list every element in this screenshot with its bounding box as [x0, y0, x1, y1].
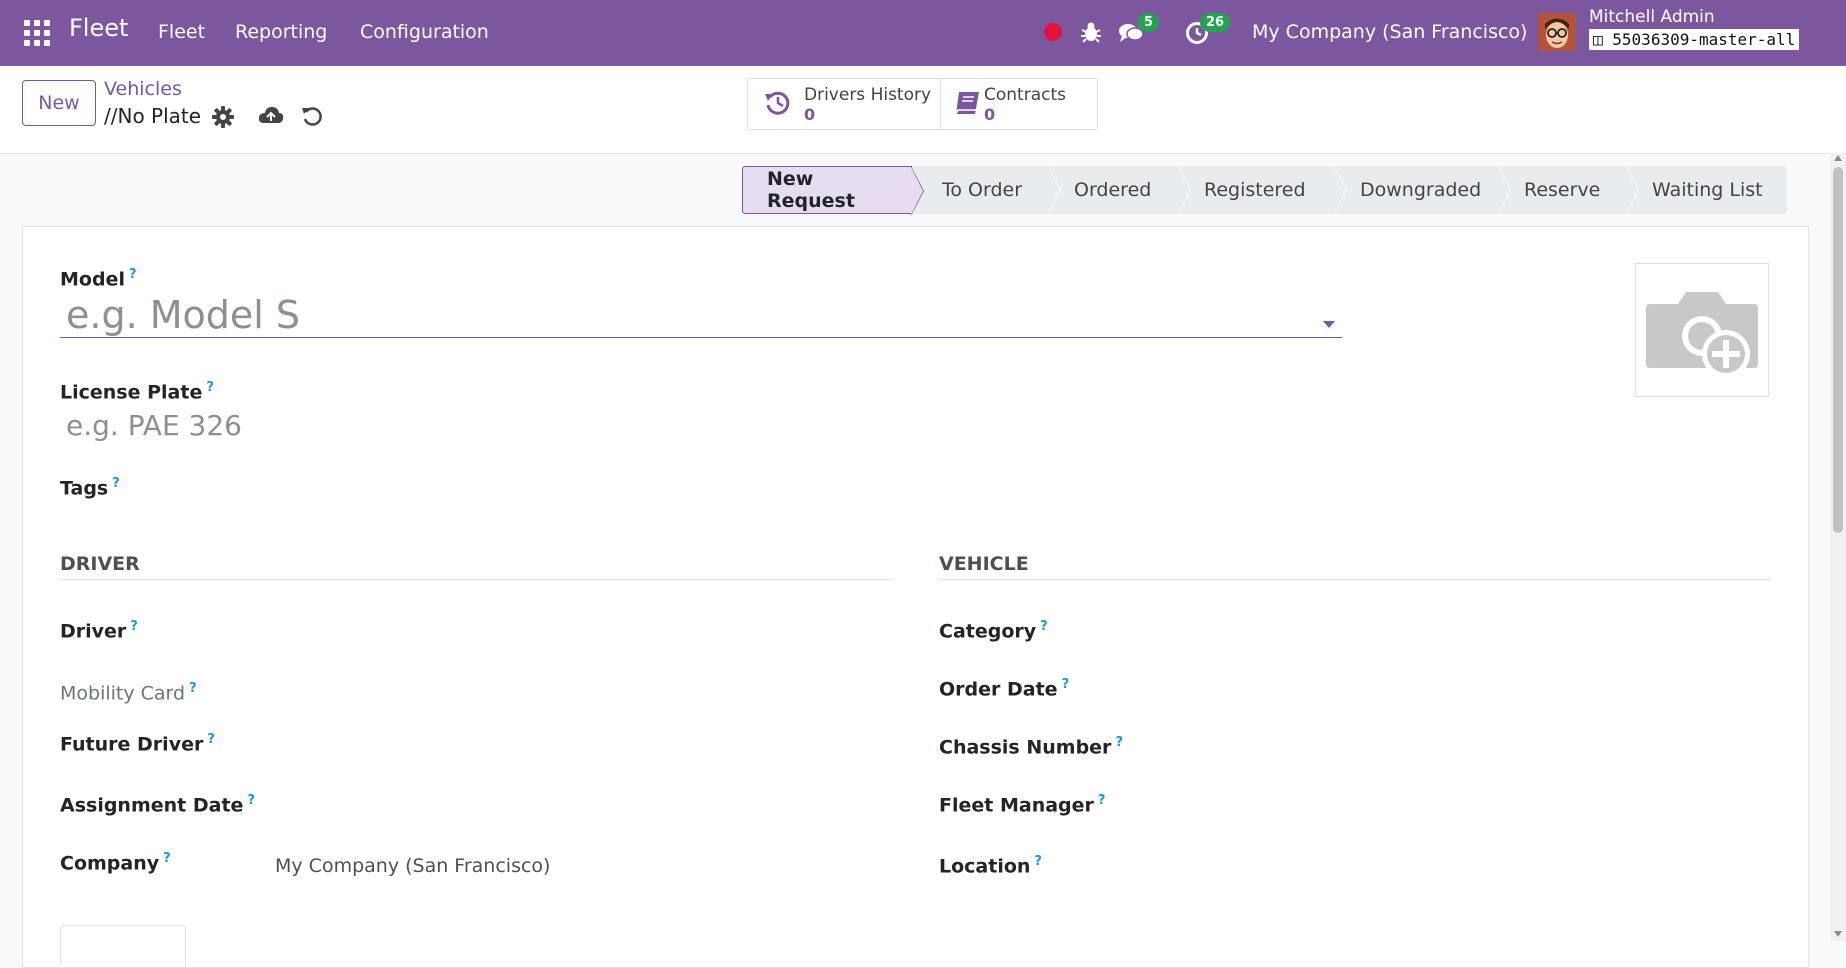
scrollbar[interactable] — [1830, 153, 1846, 941]
stage-to-order[interactable]: To Order — [912, 165, 1061, 215]
app-brand[interactable]: Fleet — [69, 14, 128, 42]
model-label: Model? — [60, 267, 137, 291]
scroll-up-icon[interactable] — [1834, 155, 1842, 161]
company-label: Company? — [60, 851, 171, 875]
assignment-date-label: Assignment Date? — [60, 793, 255, 817]
drivers-history-label: Drivers History — [804, 85, 932, 105]
license-plate-label: License Plate? — [60, 380, 214, 404]
camera-plus-icon — [1646, 292, 1758, 378]
save-cloud-icon[interactable] — [258, 104, 284, 128]
help-icon[interactable]: ? — [189, 681, 197, 696]
stage-label: Registered — [1204, 179, 1306, 201]
vehicle-image-upload[interactable] — [1635, 263, 1769, 397]
help-icon[interactable]: ? — [1115, 735, 1123, 750]
help-icon[interactable]: ? — [1098, 793, 1106, 808]
notebook-tab[interactable] — [60, 925, 186, 966]
menu-configuration[interactable]: Configuration — [360, 21, 489, 43]
stage-registered[interactable]: Registered — [1178, 165, 1347, 215]
apps-grid-icon[interactable] — [24, 20, 50, 46]
location-label: Location? — [939, 854, 1042, 878]
messages-badge: 5 — [1138, 13, 1160, 32]
record-name: //No Plate — [104, 104, 202, 128]
driver-section-title: DRIVER — [60, 553, 892, 580]
stage-waiting-list[interactable]: Waiting List — [1626, 166, 1787, 214]
discard-icon[interactable] — [300, 104, 324, 128]
contracts-count: 0 — [984, 105, 996, 124]
mobility-card-label: Mobility Card? — [60, 681, 197, 705]
avatar[interactable] — [1538, 13, 1576, 51]
help-icon[interactable]: ? — [206, 380, 214, 395]
driver-label: Driver? — [60, 619, 138, 643]
menu-fleet[interactable]: Fleet — [158, 21, 205, 43]
model-input[interactable] — [60, 292, 1342, 338]
company-value[interactable]: My Company (San Francisco) — [275, 855, 550, 877]
new-button[interactable]: New — [22, 80, 96, 126]
stage-reserve[interactable]: Reserve — [1498, 165, 1639, 215]
scroll-down-icon[interactable] — [1834, 931, 1842, 937]
gear-icon[interactable] — [212, 106, 234, 128]
help-icon[interactable]: ? — [112, 476, 120, 491]
vehicle-section-title: VEHICLE — [939, 553, 1771, 580]
history-icon — [765, 91, 790, 115]
help-icon[interactable]: ? — [247, 793, 255, 808]
recording-icon[interactable] — [1044, 23, 1062, 41]
chassis-number-label: Chassis Number? — [939, 735, 1123, 759]
help-icon[interactable]: ? — [1062, 677, 1070, 692]
help-icon[interactable]: ? — [129, 267, 137, 282]
help-icon[interactable]: ? — [1040, 619, 1048, 634]
drivers-history-count: 0 — [804, 105, 816, 124]
help-icon[interactable]: ? — [1034, 854, 1042, 869]
stage-downgraded[interactable]: Downgraded — [1334, 165, 1511, 215]
stage-label: Reserve — [1524, 179, 1601, 201]
contracts-label: Contracts — [984, 85, 1066, 105]
database-icon: ◫ — [1593, 30, 1603, 49]
status-bar: New Request To Order Ordered Registered … — [742, 165, 1787, 216]
stage-new-request[interactable]: New Request — [742, 166, 924, 216]
stage-label: New Request — [767, 168, 855, 212]
fleet-manager-label: Fleet Manager? — [939, 793, 1106, 817]
tags-label: Tags? — [60, 476, 120, 500]
help-icon[interactable]: ? — [207, 732, 215, 747]
book-icon — [955, 92, 979, 115]
database-tag: ◫ 55036309-master-all — [1589, 29, 1800, 50]
database-name: 55036309-master-all — [1612, 30, 1796, 49]
help-icon[interactable]: ? — [163, 851, 171, 866]
smart-buttons: Drivers History 0 Contracts 0 — [747, 78, 1098, 130]
caret-down-icon[interactable] — [1323, 321, 1335, 328]
bug-icon[interactable] — [1080, 20, 1102, 44]
help-icon[interactable]: ? — [130, 619, 138, 634]
stage-ordered[interactable]: Ordered — [1048, 165, 1191, 215]
stage-label: Waiting List — [1652, 179, 1763, 201]
control-panel: New Vehicles //No Plate Drivers History … — [0, 66, 1846, 154]
activities-badge: 26 — [1200, 13, 1231, 32]
stage-label: Ordered — [1074, 179, 1152, 201]
form-sheet: Model? License Plate? Tags? DRIVER VEHIC… — [22, 226, 1809, 968]
order-date-label: Order Date? — [939, 677, 1070, 701]
breadcrumb-vehicles[interactable]: Vehicles — [104, 78, 182, 100]
category-label: Category? — [939, 619, 1048, 643]
license-plate-input[interactable] — [60, 405, 660, 445]
company-switcher[interactable]: My Company (San Francisco) — [1252, 21, 1527, 43]
future-driver-label: Future Driver? — [60, 732, 215, 756]
scroll-thumb[interactable] — [1833, 167, 1843, 533]
top-navbar: Fleet Fleet Reporting Configuration 5 26… — [0, 0, 1846, 66]
drivers-history-button[interactable]: Drivers History 0 — [748, 79, 941, 129]
stage-label: Downgraded — [1360, 179, 1482, 201]
user-name[interactable]: Mitchell Admin — [1589, 7, 1715, 27]
stage-label: To Order — [942, 179, 1023, 201]
contracts-button[interactable]: Contracts 0 — [941, 79, 1097, 129]
menu-reporting[interactable]: Reporting — [235, 21, 327, 43]
